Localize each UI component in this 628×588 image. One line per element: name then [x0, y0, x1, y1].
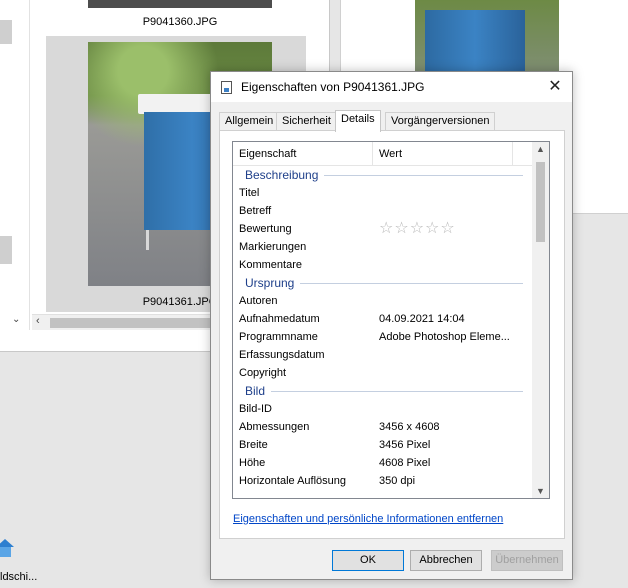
property-row[interactable]: Kommentare: [233, 256, 533, 274]
property-row[interactable]: Erfassungsdatum: [233, 346, 533, 364]
property-row[interactable]: Programmname Adobe Photoshop Eleme...: [233, 328, 533, 346]
dialog-title: Eigenschaften von P9041361.JPG: [241, 80, 425, 94]
scroll-down-icon[interactable]: ▼: [532, 486, 549, 496]
property-rows: Beschreibung Titel Betreff Bewertung ☆☆☆☆…: [233, 166, 533, 490]
properties-dialog: Eigenschaften von P9041361.JPG ✕ Allgeme…: [210, 71, 573, 580]
property-key: Markierungen: [239, 241, 307, 253]
desktop-home-icon[interactable]: [0, 536, 16, 558]
property-row[interactable]: Abmessungen 3456 x 4608: [233, 418, 533, 436]
property-key: Bild-ID: [239, 403, 273, 415]
property-row[interactable]: Betreff: [233, 202, 533, 220]
scroll-up-icon[interactable]: ▲: [532, 144, 549, 154]
chevron-down-icon[interactable]: ⌄: [12, 314, 20, 325]
property-list[interactable]: Eigenschaft Wert Beschreibung Titel Betr…: [232, 141, 550, 499]
property-row[interactable]: Titel: [233, 184, 533, 202]
left-scroll-thumb-lower[interactable]: [0, 236, 12, 264]
property-key: Betreff: [239, 205, 272, 217]
group-label: Beschreibung: [245, 166, 325, 184]
desktop-item-label[interactable]: ldschi...: [0, 571, 37, 583]
details-panel: Eigenschaft Wert Beschreibung Titel Betr…: [219, 130, 565, 539]
property-key: Programmname: [239, 331, 318, 343]
vertical-scroll-thumb[interactable]: [536, 162, 545, 242]
property-key: Breite: [239, 439, 268, 451]
property-row[interactable]: Höhe 4608 Pixel: [233, 454, 533, 472]
remove-properties-link[interactable]: Eigenschaften und persönliche Informatio…: [233, 513, 503, 525]
property-key: Bewertung: [239, 223, 292, 235]
rating-stars-icon[interactable]: ☆☆☆☆☆: [379, 220, 456, 238]
property-row[interactable]: Aufnahmedatum 04.09.2021 14:04: [233, 310, 533, 328]
photo-leg: [146, 230, 149, 250]
group-divider: [245, 391, 523, 392]
group-label: Bild: [245, 382, 272, 400]
property-value[interactable]: Adobe Photoshop Eleme...: [379, 328, 510, 346]
column-header-property[interactable]: Eigenschaft: [233, 142, 373, 166]
tab-sicherheit[interactable]: Sicherheit: [276, 112, 337, 131]
vertical-scrollbar[interactable]: ▲ ▼: [532, 142, 549, 498]
property-value[interactable]: 4608 Pixel: [379, 454, 430, 472]
property-row[interactable]: Markierungen: [233, 238, 533, 256]
property-row-rating[interactable]: Bewertung ☆☆☆☆☆: [233, 220, 533, 238]
tab-details[interactable]: Details: [335, 110, 381, 132]
column-header-value[interactable]: Wert: [373, 142, 513, 166]
property-row[interactable]: Horizontale Auflösung 350 dpi: [233, 472, 533, 490]
property-value[interactable]: 3456 x 4608: [379, 418, 440, 436]
dialog-titlebar[interactable]: Eigenschaften von P9041361.JPG ✕: [211, 72, 572, 102]
property-row[interactable]: Copyright: [233, 364, 533, 382]
property-row[interactable]: Bild-ID: [233, 400, 533, 418]
image-file-icon: [221, 81, 232, 94]
property-key: Copyright: [239, 367, 287, 379]
property-key: Kommentare: [239, 259, 302, 271]
group-heading-image[interactable]: Bild: [233, 382, 533, 400]
property-key: Aufnahmedatum: [239, 313, 320, 325]
close-button[interactable]: ✕: [538, 72, 572, 102]
chevron-left-icon[interactable]: ‹: [36, 315, 40, 327]
tab-vorgaengerversionen[interactable]: Vorgängerversionen: [385, 112, 496, 131]
property-row[interactable]: Autoren: [233, 292, 533, 310]
property-value[interactable]: 04.09.2021 14:04: [379, 310, 465, 328]
ok-button[interactable]: OK: [332, 550, 404, 571]
property-key: Höhe: [239, 457, 266, 469]
cancel-button[interactable]: Abbrechen: [410, 550, 482, 571]
apply-button[interactable]: Übernehmen: [491, 550, 563, 571]
close-icon: ✕: [548, 78, 562, 95]
left-scroll-thumb[interactable]: [0, 20, 12, 44]
explorer-left-scroll-strip: ⌄: [0, 0, 30, 330]
tab-allgemein[interactable]: Allgemein: [219, 112, 280, 131]
list-header: Eigenschaft Wert: [233, 142, 533, 166]
property-key: Erfassungsdatum: [239, 349, 325, 361]
thumbnail-previous[interactable]: [88, 0, 272, 8]
property-value[interactable]: 3456 Pixel: [379, 436, 430, 454]
group-label: Ursprung: [245, 274, 301, 292]
property-key: Autoren: [239, 295, 278, 307]
property-key: Titel: [239, 187, 260, 199]
property-row[interactable]: Breite 3456 Pixel: [233, 436, 533, 454]
file-label-previous[interactable]: P9041360.JPG: [88, 16, 272, 28]
horizontal-scroll-thumb[interactable]: [50, 318, 230, 328]
property-key: Abmessungen: [239, 421, 310, 433]
property-key: Horizontale Auflösung: [239, 475, 347, 487]
group-heading-origin[interactable]: Ursprung: [233, 274, 533, 292]
property-value[interactable]: 350 dpi: [379, 472, 415, 490]
group-heading-description[interactable]: Beschreibung: [233, 166, 533, 184]
